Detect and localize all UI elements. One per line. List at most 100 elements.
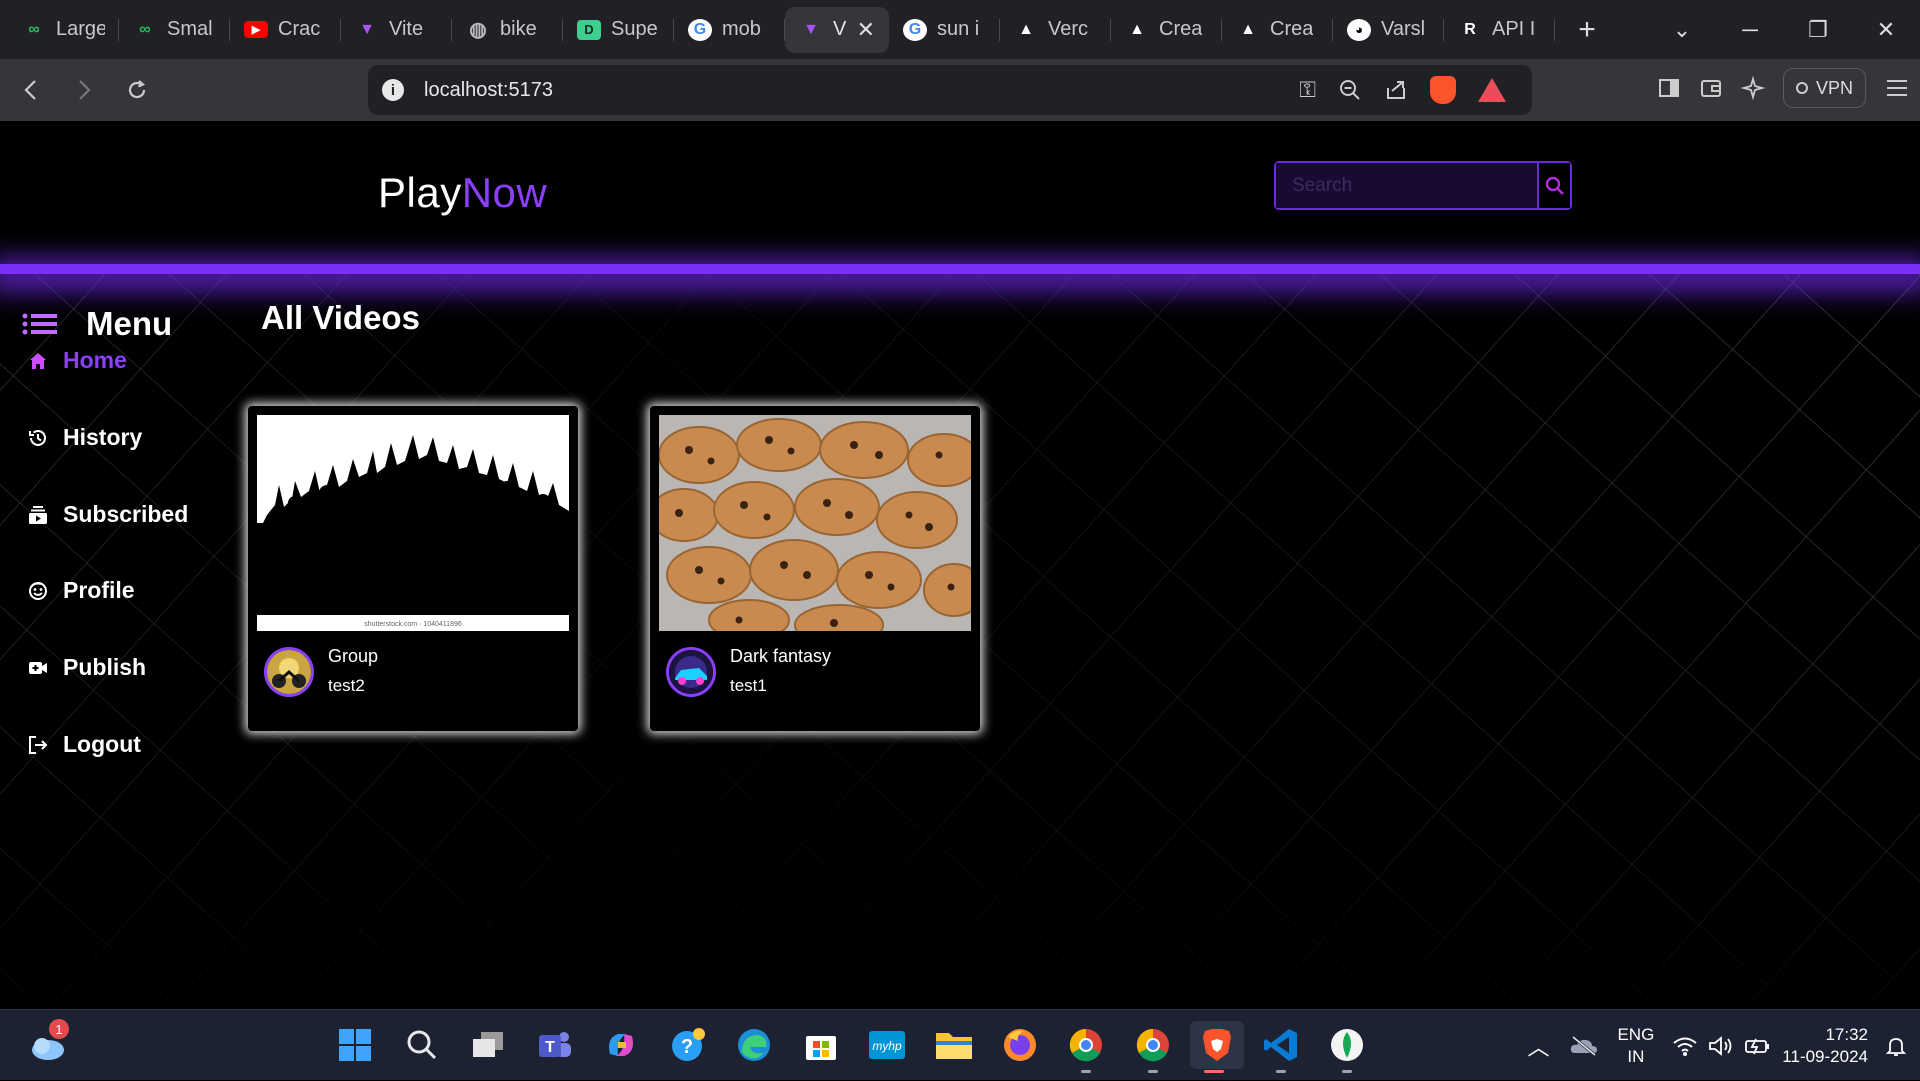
firefox-icon [1004,1029,1036,1061]
wallet-icon[interactable] [1699,76,1723,100]
tab-5[interactable]: D Supe [563,7,674,53]
clock[interactable]: 17:32 11-09-2024 [1782,1024,1868,1068]
window-controls: ⌄ ─ ❐ ✕ [1648,0,1920,59]
vercel-icon: ▲ [1240,20,1256,38]
tab-1[interactable]: ∞ Smal [119,7,230,53]
sidebar-item-logout[interactable]: Logout [28,731,141,758]
brave-icon [1203,1029,1231,1061]
chevron-up-icon[interactable]: ︿ [1527,1030,1549,1062]
brave-rewards-icon[interactable] [1478,78,1506,102]
tab-strip: ∞ Large ∞ Smal ▶ Crac ▼ Vite ◍ bike D Supe Gmo… [0,0,1920,59]
tab-12[interactable]: ◕ Varsl [1333,7,1444,53]
address-bar[interactable]: i localhost:5173 ⚿ [368,65,1532,115]
taskbar-search[interactable] [398,1021,446,1069]
tab-0[interactable]: ∞ Large [8,7,119,53]
firefox-app[interactable] [996,1021,1044,1069]
language-indicator[interactable]: ENG IN [1617,1024,1654,1068]
video-title[interactable]: Group [328,646,378,667]
sidebar-item-label: History [63,424,143,450]
address-url[interactable]: localhost:5173 [424,79,553,102]
video-thumbnail[interactable]: shutterstock.com · 1040411896 [257,415,569,631]
vpn-status-icon [1795,82,1808,94]
channel-name[interactable]: test2 [328,676,365,696]
tab-4[interactable]: ◍ bike [452,7,563,53]
microsoft-store-app[interactable] [797,1021,845,1069]
tab-11[interactable]: ▲ Crea [1222,7,1333,53]
list-menu-icon [22,313,57,335]
onedrive-offline-icon[interactable] [1569,1035,1599,1057]
tab-6[interactable]: Gmob [674,7,785,53]
vscode-app[interactable] [1257,1021,1305,1073]
share-icon[interactable] [1384,78,1408,102]
close-window-button[interactable]: ✕ [1852,0,1920,59]
myhp-app[interactable]: myhp [863,1021,911,1069]
windows-start-icon [339,1029,371,1061]
tab-8[interactable]: Gsun i [889,7,1000,53]
teams-app[interactable]: T [531,1021,579,1069]
menu-hamburger-icon[interactable] [1884,76,1910,100]
chrome-app-2[interactable] [1129,1021,1177,1073]
file-explorer-app[interactable] [930,1021,978,1069]
key-icon[interactable]: ⚿ [1299,77,1316,103]
mongodb-compass-app[interactable] [1323,1021,1371,1073]
playnow-logo[interactable]: PlayNow [378,169,547,217]
task-view[interactable] [464,1021,512,1069]
chevron-left-icon [24,80,36,100]
edge-app[interactable] [730,1021,778,1069]
restore-button[interactable]: ❐ [1784,0,1852,59]
cookies-image [659,415,971,631]
channel-name[interactable]: test1 [730,676,767,696]
battery-charging-icon[interactable] [1744,1035,1772,1057]
brave-shields-icon[interactable] [1430,76,1456,104]
weather-widget[interactable]: 1 [24,1019,72,1069]
search-button[interactable] [1537,163,1570,208]
leo-ai-icon[interactable] [1740,76,1765,100]
search-input[interactable] [1276,163,1537,208]
video-card[interactable]: shutterstock.com · 1040411896 Group test… [248,406,578,731]
start-button[interactable] [331,1021,379,1069]
back-button[interactable] [9,68,53,112]
brave-app[interactable] [1190,1021,1244,1073]
chrome-app-1[interactable] [1062,1021,1110,1073]
sidebar-item-home[interactable]: Home [28,347,127,374]
video-card[interactable]: Dark fantasy test1 [650,406,980,731]
volume-icon[interactable] [1708,1035,1734,1057]
sidebar-item-publish[interactable]: Publish [28,654,146,681]
site-info-icon[interactable]: i [382,79,404,101]
minimize-button[interactable]: ─ [1716,0,1784,59]
tab-2[interactable]: ▶ Crac [230,7,341,53]
avatar[interactable] [666,647,716,697]
zoom-out-icon[interactable] [1338,78,1362,102]
reload-button[interactable] [115,68,159,112]
forward-button[interactable] [62,68,106,112]
sidebar-item-history[interactable]: History [28,424,142,451]
edge-icon [738,1029,770,1061]
video-thumbnail[interactable] [659,415,971,631]
running-indicator [1148,1070,1158,1073]
clock-time: 17:32 [1825,1024,1868,1044]
tab-3[interactable]: ▼ Vite [341,7,452,53]
menu-header[interactable]: Menu [22,305,172,343]
tab-7-active[interactable]: ▼ V ✕ [785,6,889,53]
video-title[interactable]: Dark fantasy [730,646,831,667]
tab-search-chevron-icon[interactable]: ⌄ [1648,0,1716,59]
wifi-icon[interactable] [1672,1035,1698,1057]
sidebar-item-subscribed[interactable]: Subscribed [28,501,188,528]
copilot-app[interactable] [597,1021,645,1069]
sidebar-item-profile[interactable]: Profile [28,577,135,604]
vpn-label: VPN [1815,77,1853,98]
tab-13[interactable]: R API I [1444,7,1555,53]
tab-10[interactable]: ▲ Crea [1111,7,1222,53]
notifications-bell-icon[interactable] [1884,1034,1908,1058]
sidebar-icon[interactable] [1657,76,1681,100]
file-explorer-icon [936,1033,972,1059]
new-tab-button[interactable]: + [1565,8,1609,52]
clock-date: 11-09-2024 [1782,1046,1868,1066]
tab-title: mob [722,18,761,40]
close-icon[interactable]: ✕ [857,17,875,43]
vpn-button[interactable]: VPN [1782,68,1866,108]
tab-title: Vite [389,18,424,40]
avatar[interactable] [264,647,314,697]
get-help-app[interactable]: ? [664,1021,712,1069]
tab-9[interactable]: ▲ Verc [1000,7,1111,53]
